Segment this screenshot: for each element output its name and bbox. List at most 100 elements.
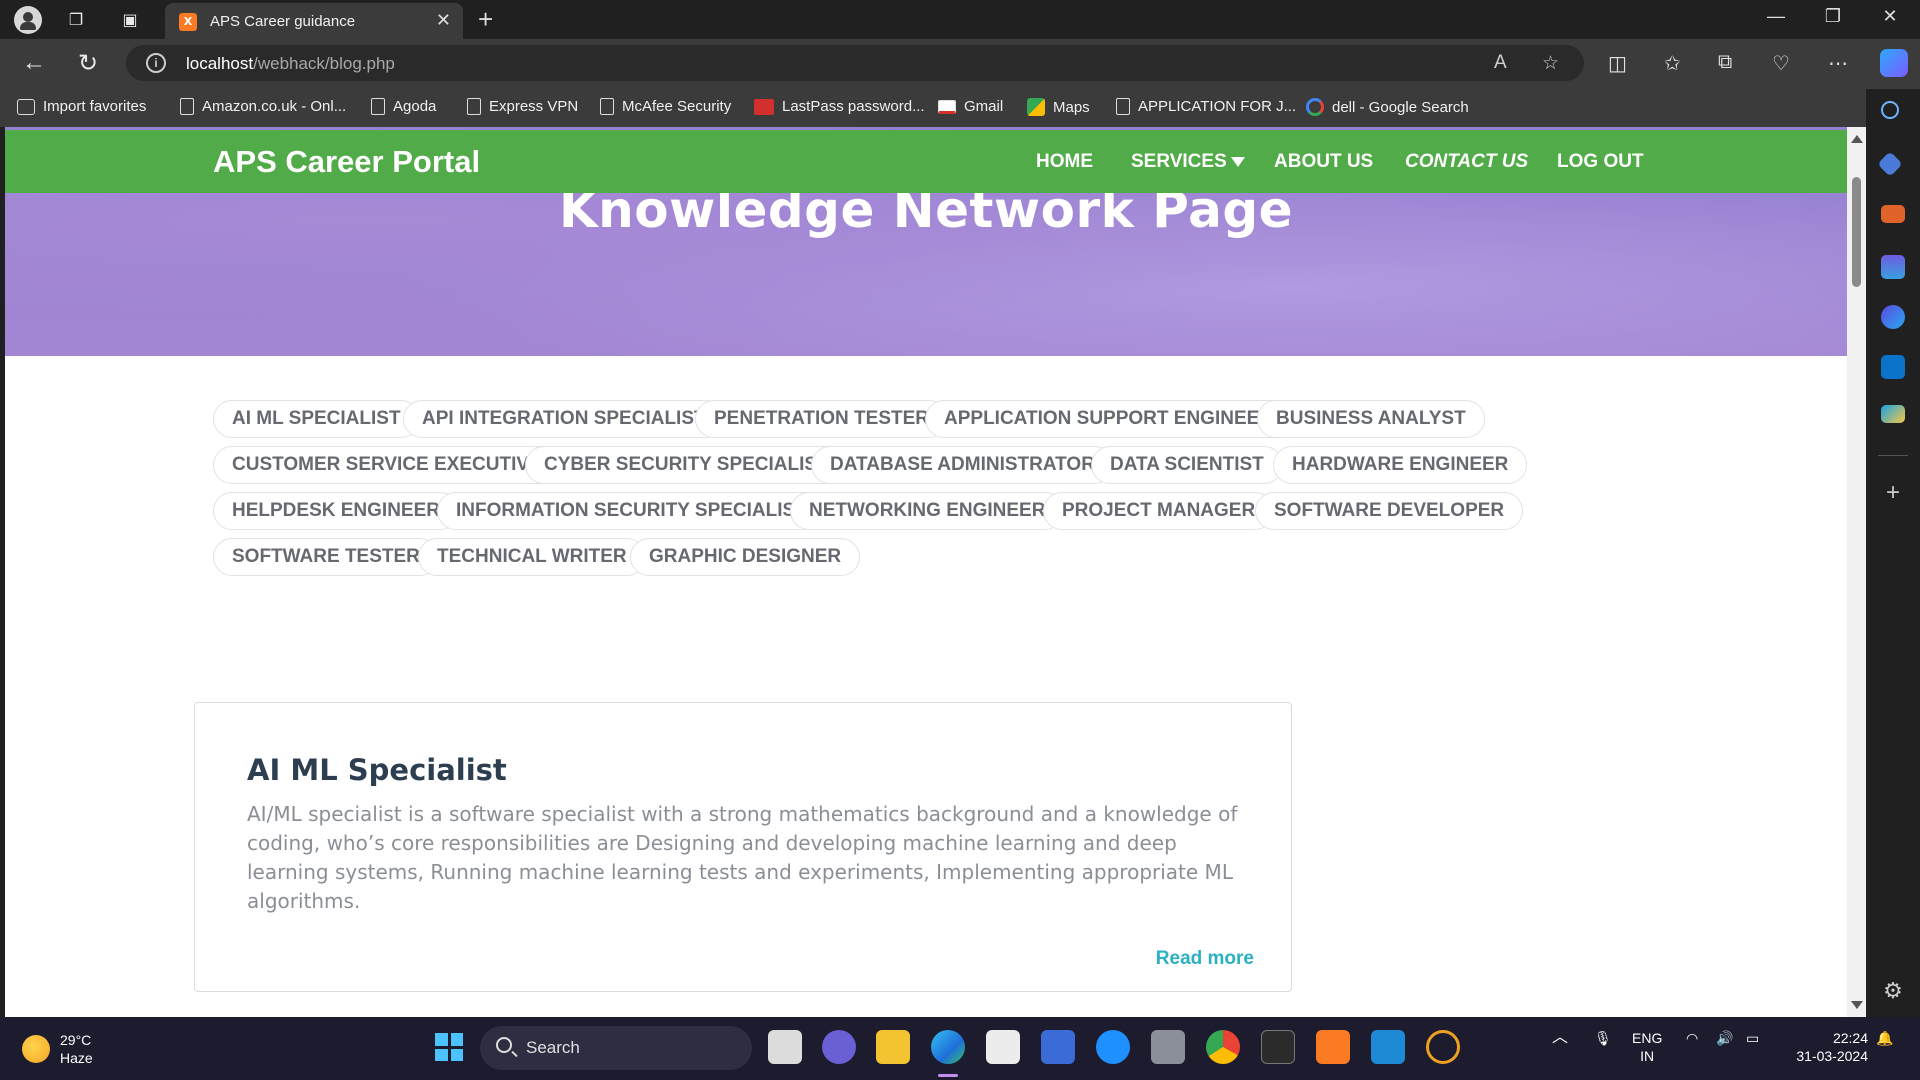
tab-close-icon[interactable]: ✕ bbox=[436, 10, 451, 31]
chrome-icon[interactable] bbox=[1206, 1030, 1240, 1064]
tag-graphic-designer[interactable]: GRAPHIC DESIGNER bbox=[630, 538, 861, 576]
wifi-icon[interactable]: ◠ bbox=[1686, 1029, 1698, 1047]
more-menu-icon[interactable]: ⋯ bbox=[1828, 51, 1848, 76]
nav-logout[interactable]: LOG OUT bbox=[1557, 151, 1644, 173]
fav-expressvpn[interactable]: Express VPN bbox=[467, 98, 578, 115]
site-brand[interactable]: APS Career Portal bbox=[213, 144, 480, 180]
add-sidebar-app-icon[interactable]: + bbox=[1881, 481, 1905, 505]
tag-technical-writer[interactable]: TECHNICAL WRITER bbox=[418, 538, 646, 576]
close-window-icon[interactable]: ✕ bbox=[1870, 6, 1910, 27]
games-icon[interactable] bbox=[1881, 255, 1905, 279]
tag-project-manager[interactable]: PROJECT MANAGER bbox=[1043, 492, 1275, 530]
myhp-icon[interactable] bbox=[1041, 1030, 1075, 1064]
tag-cyber-security-specialist[interactable]: CYBER SECURITY SPECIALIST bbox=[525, 446, 848, 484]
fav-amazon[interactable]: Amazon.co.uk - Onl... bbox=[180, 98, 346, 115]
tag-hardware-engineer[interactable]: HARDWARE ENGINEER bbox=[1273, 446, 1528, 484]
lang-bottom: IN bbox=[1640, 1048, 1655, 1064]
sidebar-settings-icon[interactable]: ⚙ bbox=[1881, 979, 1905, 1003]
terminal-icon[interactable] bbox=[1261, 1030, 1295, 1064]
xampp-taskbar-icon[interactable] bbox=[1316, 1030, 1350, 1064]
get-help-icon[interactable] bbox=[1096, 1030, 1130, 1064]
page-icon bbox=[371, 98, 385, 115]
back-icon[interactable]: ← bbox=[22, 49, 46, 77]
card-title: AI ML Specialist bbox=[247, 753, 507, 787]
weather-condition: Haze bbox=[60, 1050, 93, 1066]
task-view-icon[interactable] bbox=[768, 1030, 802, 1064]
split-screen-icon[interactable]: ◫ bbox=[1608, 51, 1627, 76]
fav-import[interactable]: Import favorites bbox=[17, 98, 146, 115]
tab-title: APS Career guidance bbox=[210, 13, 356, 30]
weather-widget[interactable]: 29°C Haze bbox=[22, 1031, 93, 1067]
tag-helpdesk-engineer[interactable]: HELPDESK ENGINEER bbox=[213, 492, 459, 530]
tag-software-tester[interactable]: SOFTWARE TESTER bbox=[213, 538, 439, 576]
tag-networking-engineer[interactable]: NETWORKING ENGINEER bbox=[790, 492, 1065, 530]
new-tab-icon[interactable]: + bbox=[478, 4, 493, 35]
gmail-icon bbox=[938, 99, 956, 114]
outlook-icon[interactable] bbox=[1881, 355, 1905, 379]
fav-gmail[interactable]: Gmail bbox=[938, 98, 1003, 115]
taskbar-search[interactable]: Search bbox=[480, 1026, 752, 1070]
microphone-icon[interactable]: 🎙 bbox=[1594, 1029, 1612, 1047]
scroll-thumb[interactable] bbox=[1852, 177, 1861, 287]
vscode-icon[interactable] bbox=[1371, 1030, 1405, 1064]
fav-maps[interactable]: Maps bbox=[1027, 98, 1090, 116]
tools-briefcase-icon[interactable] bbox=[1881, 205, 1905, 223]
tag-business-analyst[interactable]: BUSINESS ANALYST bbox=[1257, 400, 1485, 438]
minimize-icon[interactable]: — bbox=[1756, 6, 1796, 27]
restore-icon[interactable]: ❐ bbox=[1813, 6, 1853, 27]
fav-agoda[interactable]: Agoda bbox=[371, 98, 436, 115]
clock[interactable]: 22:24 31-03-2024 bbox=[1784, 1029, 1868, 1065]
tag-application-support-engineer[interactable]: APPLICATION SUPPORT ENGINEER bbox=[925, 400, 1293, 438]
page-scrollbar[interactable] bbox=[1847, 127, 1866, 1017]
profile-avatar-icon[interactable] bbox=[14, 6, 42, 34]
tag-data-scientist[interactable]: DATA SCIENTIST bbox=[1091, 446, 1283, 484]
edge-icon[interactable] bbox=[931, 1030, 965, 1064]
import-icon bbox=[17, 98, 35, 115]
tag-ai-ml-specialist[interactable]: AI ML SPECIALIST bbox=[213, 400, 420, 438]
nav-services[interactable]: SERVICES bbox=[1131, 151, 1245, 173]
scroll-up-arrow-icon[interactable] bbox=[1851, 135, 1863, 143]
fav-mcafee[interactable]: McAfee Security bbox=[600, 98, 731, 115]
sidebar-search-icon[interactable] bbox=[1881, 101, 1899, 119]
tag-software-developer[interactable]: SOFTWARE DEVELOPER bbox=[1255, 492, 1524, 530]
windows-start-icon[interactable] bbox=[432, 1030, 466, 1064]
file-explorer-icon[interactable] bbox=[876, 1030, 910, 1064]
nav-about[interactable]: ABOUT US bbox=[1274, 151, 1373, 173]
site-info-icon[interactable]: i bbox=[146, 53, 166, 73]
scroll-down-arrow-icon[interactable] bbox=[1851, 1001, 1863, 1009]
shopping-tag-icon[interactable] bbox=[1877, 151, 1903, 177]
browser-essentials-icon[interactable]: ♡ bbox=[1772, 51, 1790, 76]
tag-database-administrator[interactable]: DATABASE ADMINISTRATOR bbox=[811, 446, 1114, 484]
volume-icon[interactable]: 🔊 bbox=[1716, 1029, 1733, 1047]
collections-icon[interactable]: ⧉ bbox=[1718, 51, 1732, 74]
microsoft-store-icon[interactable] bbox=[986, 1030, 1020, 1064]
tray-overflow-chevron-icon[interactable]: ︿ bbox=[1552, 1029, 1568, 1047]
tab-actions-icon[interactable]: ▣ bbox=[118, 8, 142, 32]
camera-icon[interactable] bbox=[1151, 1030, 1185, 1064]
battery-icon[interactable]: ▭ bbox=[1746, 1029, 1759, 1047]
copilot-icon[interactable] bbox=[1880, 49, 1908, 77]
url-field[interactable]: i localhost/webhack/blog.php A ☆ bbox=[126, 45, 1584, 81]
language-indicator[interactable]: ENG IN bbox=[1632, 1029, 1662, 1065]
tab-active[interactable]: X APS Career guidance ✕ bbox=[165, 3, 463, 39]
send-icon[interactable] bbox=[1881, 405, 1905, 423]
reload-icon[interactable]: ↻ bbox=[78, 49, 98, 78]
media-player-icon[interactable] bbox=[1426, 1030, 1460, 1064]
tag-customer-service-executive[interactable]: CUSTOMER SERVICE EXECUTIVE bbox=[213, 446, 561, 484]
favorites-icon[interactable]: ✩ bbox=[1664, 51, 1681, 76]
read-more-link[interactable]: Read more bbox=[1156, 948, 1254, 970]
read-aloud-icon[interactable]: A bbox=[1494, 52, 1507, 74]
workspaces-icon[interactable]: ❐ bbox=[64, 8, 88, 32]
tag-information-security-specialist[interactable]: INFORMATION SECURITY SPECIALIST bbox=[437, 492, 826, 530]
nav-home[interactable]: HOME bbox=[1036, 151, 1093, 173]
fav-lastpass[interactable]: LastPass password... bbox=[754, 98, 925, 115]
nav-contact[interactable]: CONTACT US bbox=[1405, 151, 1528, 173]
copilot-sidebar-icon[interactable] bbox=[1881, 305, 1905, 329]
fav-application[interactable]: APPLICATION FOR J... bbox=[1116, 98, 1296, 115]
tag-penetration-tester[interactable]: PENETRATION TESTER bbox=[695, 400, 948, 438]
favorite-star-icon[interactable]: ☆ bbox=[1542, 52, 1559, 75]
notification-bell-icon[interactable]: 🔔 bbox=[1876, 1029, 1893, 1047]
tag-api-integration-specialist[interactable]: API INTEGRATION SPECIALIST bbox=[403, 400, 725, 438]
fav-google-search[interactable]: dell - Google Search bbox=[1306, 98, 1469, 116]
teams-meet-icon[interactable] bbox=[822, 1030, 856, 1064]
